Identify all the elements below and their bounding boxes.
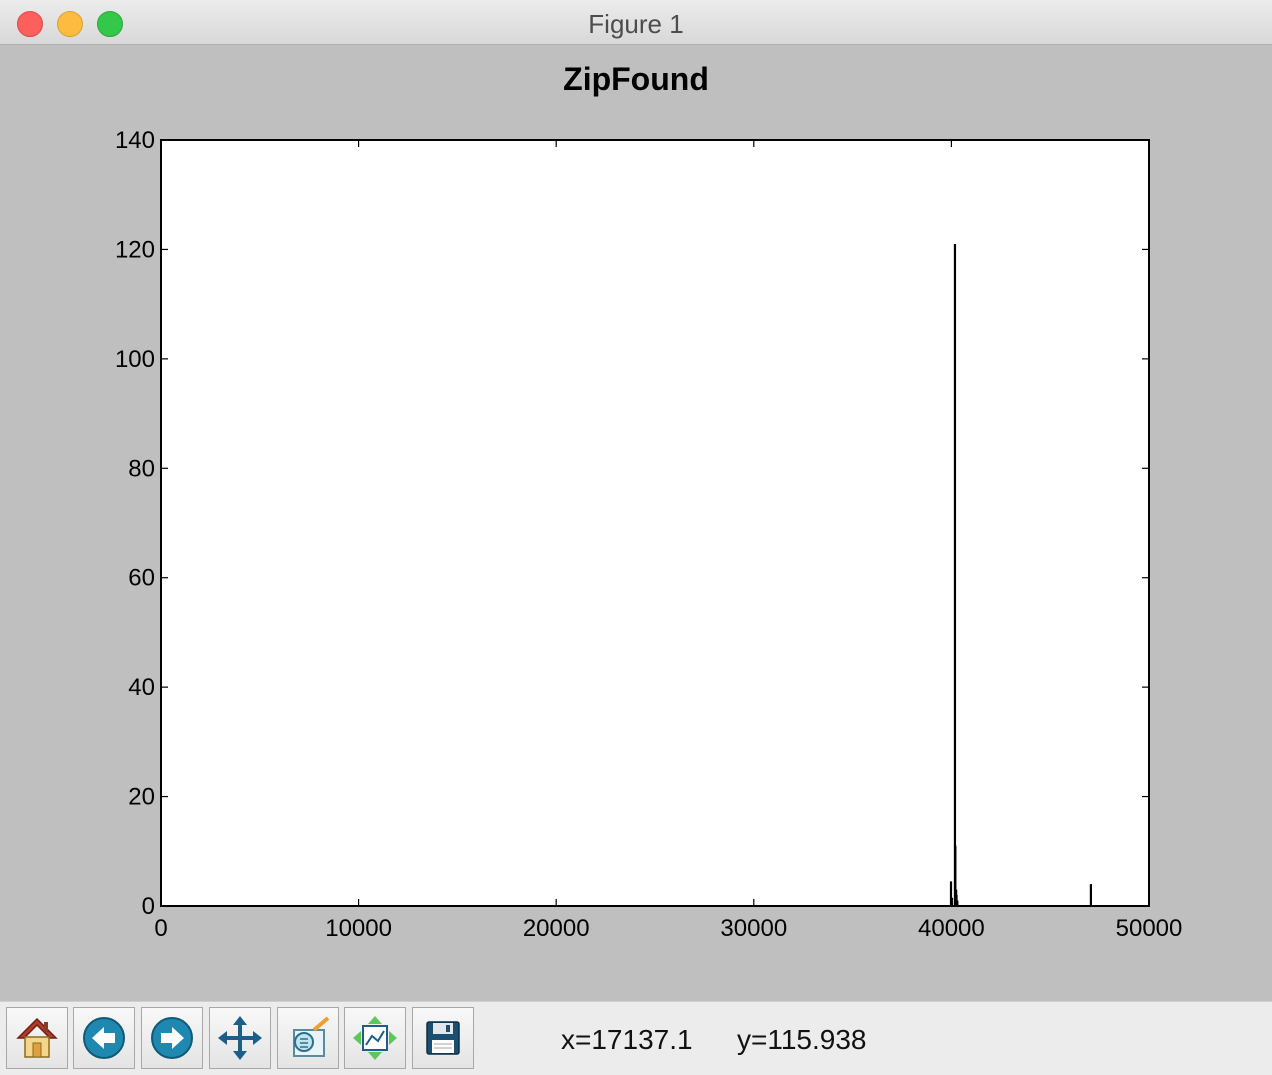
y-tick-label: 60: [128, 565, 155, 592]
pan-button[interactable]: [209, 1007, 271, 1069]
subplots-button[interactable]: [344, 1007, 406, 1069]
figure-canvas[interactable]: ZipFound 0 10000 20000 30000 40000 50000 0 20 4…: [0, 45, 1272, 1001]
x-tick-label: 50000: [1116, 915, 1183, 942]
x-tick-label: 10000: [325, 915, 392, 942]
chart-title: ZipFound: [563, 61, 709, 97]
y-tick-label: 0: [142, 893, 155, 920]
navigation-toolbar: x=17137.1 y=115.938: [0, 1001, 1272, 1075]
back-arrow-icon: [83, 1017, 125, 1059]
pan-move-icon: [218, 1016, 262, 1060]
forward-arrow-icon: [151, 1017, 193, 1059]
y-tick-label: 40: [128, 674, 155, 701]
home-button[interactable]: [6, 1007, 68, 1069]
x-tick-label: 30000: [720, 915, 787, 942]
back-button[interactable]: [73, 1007, 135, 1069]
window-titlebar: Figure 1: [0, 0, 1272, 45]
chart-svg: ZipFound 0 10000 20000 30000 40000 50000 0 20 4…: [115, 61, 1183, 942]
x-tick-label: 40000: [918, 915, 985, 942]
save-floppy-icon: [426, 1021, 460, 1055]
y-tick-label: 120: [115, 236, 155, 263]
y-tick-label: 20: [128, 784, 155, 811]
y-coordinate-readout: y=115.938: [737, 1024, 867, 1055]
zoom-rect-icon: [293, 1016, 330, 1057]
x-tick-label: 20000: [523, 915, 590, 942]
zoom-button[interactable]: [277, 1007, 339, 1069]
save-button[interactable]: [412, 1007, 474, 1069]
home-icon: [16, 1017, 58, 1058]
x-coordinate-readout: x=17137.1: [561, 1024, 693, 1055]
forward-button[interactable]: [141, 1007, 203, 1069]
window-title: Figure 1: [588, 9, 684, 39]
y-tick-label: 80: [128, 455, 155, 482]
y-tick-label: 100: [115, 346, 155, 373]
plot-area: [160, 139, 1150, 907]
x-tick-label: 0: [154, 915, 167, 942]
y-tick-label: 140: [115, 127, 155, 154]
configure-subplots-icon: [353, 1016, 397, 1060]
